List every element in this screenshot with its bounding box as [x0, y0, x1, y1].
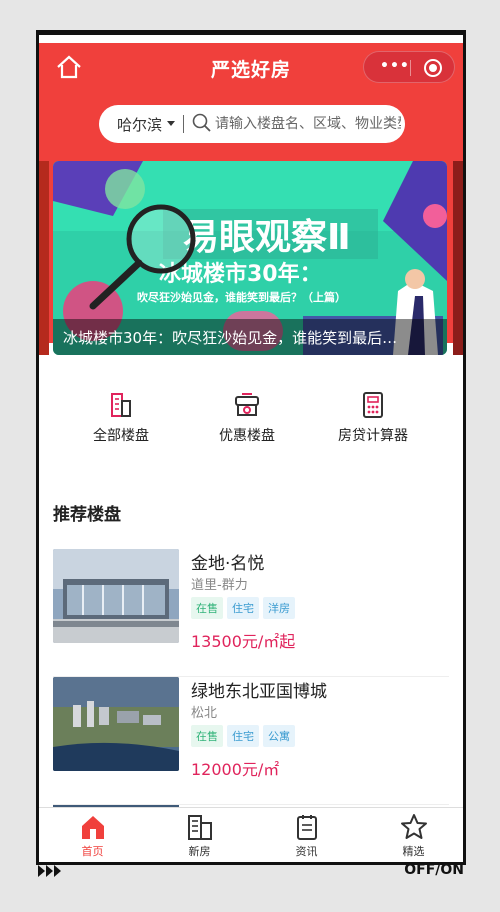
star-icon [400, 814, 427, 839]
entry-discounts[interactable]: 优惠楼盘 [187, 391, 307, 445]
banner-headline: 易眼观察Ⅱ [183, 217, 351, 258]
search-divider [183, 115, 184, 133]
city-selector[interactable]: 哈尔滨 [117, 114, 162, 135]
entry-label: 优惠楼盘 [219, 428, 275, 444]
caret-down-icon[interactable] [167, 121, 175, 126]
tag-type: 住宅 [227, 725, 259, 747]
tab-featured[interactable]: 精选 [360, 810, 463, 859]
capsule-divider [410, 60, 411, 76]
player-bar: OFF/ON [36, 862, 466, 882]
fast-forward-icon[interactable] [38, 865, 62, 877]
mini-program-capsule: ••• [363, 51, 455, 83]
tab-label: 首页 [81, 845, 104, 858]
phone-screen: 严选好房 ••• 哈尔滨 易眼观察Ⅱ [36, 30, 466, 865]
news-icon [296, 815, 317, 840]
more-icon[interactable]: ••• [380, 58, 410, 74]
close-icon[interactable] [424, 59, 442, 77]
tab-home[interactable]: 首页 [39, 810, 146, 859]
property-tags: 在售 住宅 公寓 [191, 725, 299, 747]
entry-label: 全部楼盘 [93, 428, 149, 444]
tag-type: 洋房 [263, 597, 295, 619]
off-on-toggle[interactable]: OFF/ON [404, 862, 464, 878]
property-image [53, 677, 179, 771]
banner-prev-peek[interactable] [39, 161, 49, 355]
tab-label: 精选 [402, 845, 425, 858]
property-name: 绿地东北亚国博城 [191, 682, 327, 702]
tab-news[interactable]: 资讯 [253, 810, 360, 859]
banner-tagline: 吹尽狂沙始见金，谁能笑到最后？（上篇） [137, 290, 346, 304]
nav-bar: 严选好房 ••• [39, 43, 463, 91]
property-image [53, 549, 179, 643]
search-icon [192, 113, 211, 132]
calculator-icon [363, 392, 383, 418]
tag-status: 在售 [191, 725, 223, 747]
property-area: 松北 [191, 706, 218, 721]
tag-status: 在售 [191, 597, 223, 619]
tab-new-house[interactable]: 新房 [146, 810, 253, 859]
search-input[interactable] [215, 112, 401, 136]
banner-carousel[interactable]: 易眼观察Ⅱ 冰城楼市30年： 吹尽狂沙始见金，谁能笑到最后？（上篇） 冰城楼市3… [53, 161, 447, 355]
banner-next-peek[interactable] [453, 161, 463, 355]
entry-label: 房贷计算器 [338, 428, 408, 444]
property-price: 13500元/㎡起 [191, 632, 296, 651]
building-icon [111, 393, 131, 417]
banner-caption: 冰城楼市30年：吹尽狂沙始见金，谁能笑到最后… [53, 319, 447, 355]
search-bar: 哈尔滨 [99, 105, 405, 143]
tag-type: 住宅 [227, 597, 259, 619]
list-item[interactable]: 绿地东北亚国博城 松北 在售 住宅 公寓 12000元/㎡ [53, 677, 449, 805]
entry-mortgage-calculator[interactable]: 房贷计算器 [313, 391, 433, 445]
discount-icon [235, 393, 259, 416]
tab-label: 新房 [188, 845, 211, 858]
property-price: 12000元/㎡ [191, 760, 280, 779]
new-house-icon [187, 815, 212, 840]
home-icon [81, 816, 104, 839]
tab-bar: 首页 新房 资讯 精选 [39, 807, 463, 862]
tag-type: 公寓 [263, 725, 295, 747]
quick-entries: 全部楼盘 优惠楼盘 房贷计算器 [39, 391, 463, 461]
section-title: 推荐楼盘 [53, 505, 121, 525]
list-item[interactable]: 金地·名悦 道里-群力 在售 住宅 洋房 13500元/㎡起 [53, 549, 449, 677]
property-tags: 在售 住宅 洋房 [191, 597, 299, 619]
property-area: 道里-群力 [191, 578, 248, 593]
tab-label: 资讯 [295, 845, 318, 858]
property-name: 金地·名悦 [191, 554, 265, 574]
entry-all-properties[interactable]: 全部楼盘 [61, 391, 181, 445]
